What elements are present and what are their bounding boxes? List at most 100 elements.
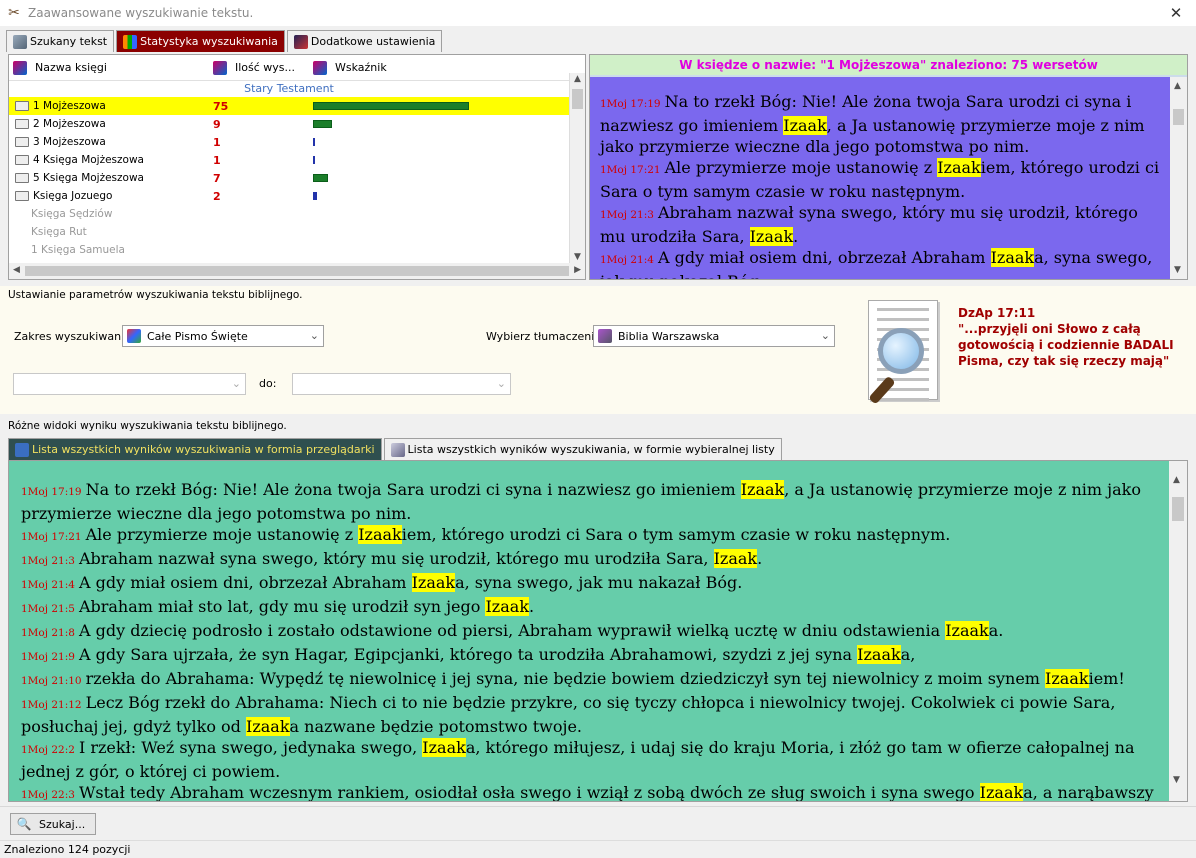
scroll-up-arrow[interactable]: ▲ bbox=[1174, 81, 1181, 91]
match-highlight: Izaak bbox=[783, 116, 827, 135]
book-count: 7 bbox=[213, 171, 221, 185]
verse-quote: DzAp 17:11 "...przyjęli oni Słowo z całą… bbox=[958, 305, 1188, 369]
book-count: 1 bbox=[213, 153, 221, 167]
verse: 1Moj 22:2 I rzekł: Weź syna swego, jedyna… bbox=[21, 737, 1159, 782]
scroll-up-arrow[interactable]: ▲ bbox=[1173, 475, 1180, 485]
scroll-thumb[interactable] bbox=[572, 89, 583, 109]
tab-extra-settings[interactable]: Dodatkowe ustawienia bbox=[286, 30, 443, 52]
book-row[interactable]: Księga Rut bbox=[9, 223, 569, 241]
search-button[interactable]: 🔍 Szukaj... bbox=[10, 813, 96, 835]
scroll-down-arrow[interactable]: ▼ bbox=[1173, 775, 1180, 785]
verse-ref[interactable]: 1Moj 21:4 bbox=[21, 579, 75, 591]
bottom-bar: 🔍 Szukaj... bbox=[0, 806, 1196, 838]
verse-text: . bbox=[793, 227, 799, 246]
verse: 1Moj 21:3 Abraham nazwał syna swego, któr… bbox=[21, 548, 1159, 572]
scroll-left-arrow[interactable]: ◀ bbox=[13, 265, 20, 275]
preview-scrollbar[interactable]: ▲ ▼ bbox=[1170, 77, 1187, 279]
results-verses[interactable]: 1Moj 17:19 Na to rzekł Bóg: Nie! Ale żona… bbox=[9, 461, 1169, 802]
book-rows: 1 Mojżeszowa 75 2 Mojżeszowa 9 3 Mojżeszowa 1… bbox=[9, 97, 585, 259]
verse-ref[interactable]: 1Moj 21:3 bbox=[600, 209, 654, 221]
count-column-icon bbox=[213, 60, 227, 75]
scroll-thumb[interactable] bbox=[1173, 109, 1184, 125]
close-button[interactable]: ✕ bbox=[1156, 0, 1196, 26]
tab-list-view[interactable]: Lista wszystkich wyników wyszukiwania, w… bbox=[383, 438, 782, 460]
book-row[interactable]: 3 Mojżeszowa 1 bbox=[9, 133, 569, 151]
book-count: 9 bbox=[213, 117, 221, 131]
verse-ref[interactable]: 1Moj 22:2 bbox=[21, 744, 75, 756]
chevron-down-icon: ⌄ bbox=[231, 377, 241, 390]
tab-statistics[interactable]: Statystyka wyszukiwania bbox=[116, 30, 285, 52]
match-highlight: Izaak bbox=[979, 783, 1024, 802]
match-highlight: Izaak bbox=[422, 738, 466, 757]
book-row[interactable]: 2 Mojżeszowa 9 bbox=[9, 115, 569, 133]
tab-search-text[interactable]: Szukany tekst bbox=[6, 30, 115, 52]
book-name: 5 Księga Mojżeszowa bbox=[33, 172, 144, 184]
match-highlight: Izaak bbox=[246, 717, 290, 736]
scroll-up-arrow[interactable]: ▲ bbox=[574, 74, 581, 84]
column-book-name[interactable]: Nazwa księgi bbox=[9, 55, 209, 80]
list-vscrollbar[interactable]: ▲ ▼ bbox=[569, 73, 585, 263]
verse: 1Moj 21:4 A gdy miał osiem dni, obrzezał … bbox=[21, 572, 1159, 596]
verse-text: a. bbox=[988, 621, 1004, 640]
book-row[interactable]: Księga Jozuego 2 bbox=[9, 187, 569, 205]
verse-text: Abraham nazwał syna swego, który mu się … bbox=[600, 203, 1138, 246]
from-book-select[interactable]: ⌄ bbox=[13, 373, 246, 395]
results-scrollbar[interactable]: ▲ ▼ bbox=[1169, 461, 1187, 801]
chart-icon bbox=[123, 34, 138, 49]
tab-label: Lista wszystkich wyników wyszukiwania, w… bbox=[407, 443, 775, 456]
match-highlight: Izaak bbox=[945, 621, 989, 640]
verse-text: I rzekł: Weź syna swego, jedynaka swego, bbox=[78, 738, 423, 757]
book-row[interactable]: 5 Księga Mojżeszowa 7 bbox=[9, 169, 569, 187]
tab-label: Statystyka wyszukiwania bbox=[140, 35, 278, 48]
scroll-down-arrow[interactable]: ▼ bbox=[1174, 265, 1181, 275]
verse-ref[interactable]: 1Moj 21:4 bbox=[600, 254, 654, 266]
book-row[interactable]: 4 Księga Mojżeszowa 1 bbox=[9, 151, 569, 169]
bible-book-icon bbox=[598, 329, 612, 343]
book-row[interactable]: 1 Księga Samuela bbox=[9, 241, 569, 259]
list-hscrollbar[interactable]: ◀ ▶ bbox=[9, 263, 585, 279]
verse: 1Moj 21:9 A gdy Sara ujrzała, że syn Haga… bbox=[21, 644, 1159, 668]
verse-ref[interactable]: 1Moj 17:19 bbox=[21, 486, 82, 498]
to-book-select[interactable]: ⌄ bbox=[292, 373, 511, 395]
translation-select[interactable]: Biblia Warszawska ⌄ bbox=[593, 325, 835, 347]
match-highlight: Izaak bbox=[1045, 669, 1089, 688]
indicator-bar bbox=[313, 120, 332, 128]
tab-browser-view[interactable]: Lista wszystkich wyników wyszukiwania w … bbox=[8, 438, 382, 460]
match-highlight: Izaak bbox=[857, 645, 901, 664]
verse-ref[interactable]: 1Moj 22:3 bbox=[21, 789, 75, 801]
verse-ref[interactable]: 1Moj 21:8 bbox=[21, 627, 75, 639]
verse-text: Wstał tedy Abraham wczesnym rankiem, osi… bbox=[78, 783, 980, 802]
scroll-thumb[interactable] bbox=[1172, 497, 1184, 521]
list-view-icon bbox=[390, 442, 405, 457]
book-row[interactable]: 1 Mojżeszowa 75 bbox=[9, 97, 569, 115]
range-select[interactable]: Całe Pismo Święte ⌄ bbox=[122, 325, 324, 347]
preview-verses[interactable]: 1Moj 17:19 Na to rzekł Bóg: Nie! Ale żona… bbox=[590, 77, 1170, 279]
verse-text: a nazwane będzie potomstwo twoje. bbox=[289, 717, 583, 736]
hscroll-thumb[interactable] bbox=[25, 266, 569, 276]
verse-ref[interactable]: 1Moj 21:9 bbox=[21, 651, 75, 663]
settings-icon bbox=[293, 34, 308, 49]
book-row[interactable]: Księga Sędziów bbox=[9, 205, 569, 223]
indicator-bar bbox=[313, 192, 317, 200]
verse: 1Moj 21:8 A gdy dziecię podrosło i został… bbox=[21, 620, 1159, 644]
verse-ref[interactable]: 1Moj 21:12 bbox=[21, 699, 82, 711]
magnifier-document-icon bbox=[860, 300, 944, 416]
bible-range-icon bbox=[127, 329, 141, 343]
scroll-right-arrow[interactable]: ▶ bbox=[574, 265, 581, 275]
verse: 1Moj 17:19 Na to rzekł Bóg: Nie! Ale żona… bbox=[600, 91, 1162, 157]
chevron-down-icon: ⌄ bbox=[496, 377, 506, 390]
scroll-down-arrow[interactable]: ▼ bbox=[574, 252, 581, 262]
range-label: Zakres wyszukiwania: bbox=[14, 330, 135, 343]
column-indicator[interactable]: Wskaźnik bbox=[309, 55, 449, 80]
book-icon bbox=[15, 101, 29, 111]
verse-ref[interactable]: 1Moj 17:21 bbox=[600, 164, 661, 176]
verse-ref[interactable]: 1Moj 17:21 bbox=[21, 531, 82, 543]
book-stats-list[interactable]: Nazwa księgi Ilość wys... Wskaźnik Stary… bbox=[8, 54, 586, 280]
verse-ref[interactable]: 1Moj 17:19 bbox=[600, 98, 661, 110]
verse-ref[interactable]: 1Moj 21:10 bbox=[21, 675, 82, 687]
verse-ref[interactable]: 1Moj 21:3 bbox=[21, 555, 75, 567]
verse-text: A gdy miał osiem dni, obrzezał Abraham bbox=[657, 248, 991, 267]
search-icon: 🔍 bbox=[16, 817, 32, 831]
verse-ref[interactable]: 1Moj 21:5 bbox=[21, 603, 75, 615]
column-count[interactable]: Ilość wys... bbox=[209, 55, 309, 80]
